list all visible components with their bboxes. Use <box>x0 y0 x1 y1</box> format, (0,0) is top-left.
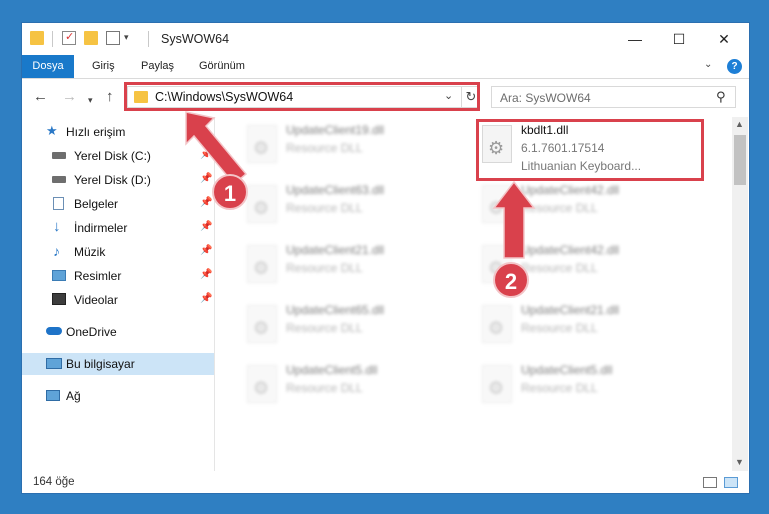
step-1-badge: 1 <box>212 174 248 210</box>
annotation-arrows <box>185 111 536 259</box>
arrow-2-icon <box>492 180 536 259</box>
arrow-1-icon <box>185 111 248 186</box>
step-2-badge: 2 <box>493 262 529 298</box>
